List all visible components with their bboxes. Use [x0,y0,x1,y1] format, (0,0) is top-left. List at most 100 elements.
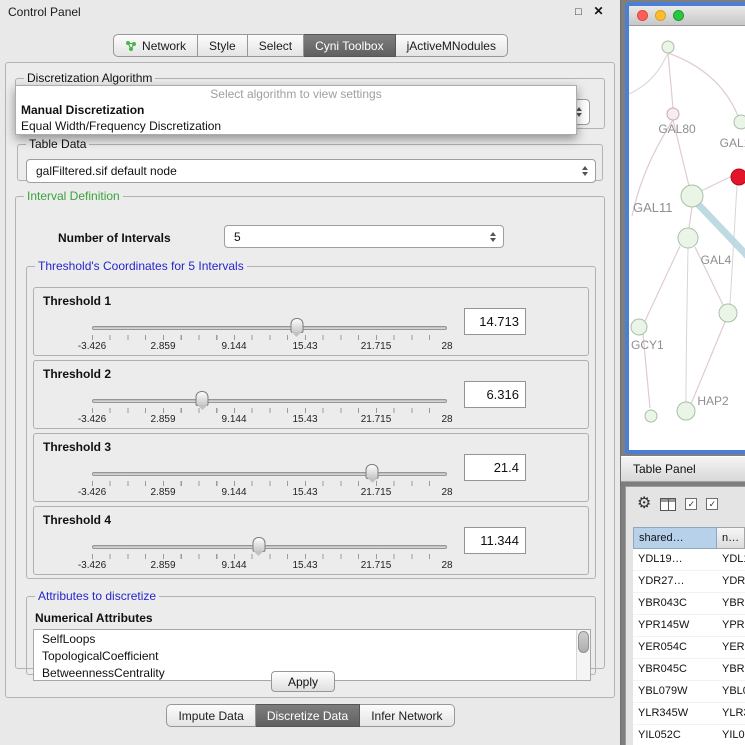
slider-thumb[interactable] [252,537,265,552]
table-row[interactable]: YBR045C YBR0… [633,659,745,681]
tick-label: 28 [441,487,452,498]
threshold-1-value-field[interactable] [464,308,526,335]
table-row[interactable]: YIL052C YIL0… [633,725,745,745]
cell[interactable]: YER054C [633,637,717,658]
column-header-shared-name[interactable]: shared… [633,527,717,549]
cell[interactable]: YBR043C [633,593,717,614]
node-gal11[interactable] [681,185,703,207]
tab-impute-data[interactable]: Impute Data [166,704,255,727]
node[interactable] [662,41,674,53]
node[interactable] [645,410,657,422]
table-panel-window: ⚙ ✓ ✓ shared… n… YDL19… YDL1… YDR27… YDR… [625,486,745,745]
edge [689,207,692,228]
cell[interactable]: YDR27… [633,571,717,592]
cell[interactable]: YIL052C [633,725,717,745]
tab-style[interactable]: Style [198,34,248,57]
tab-network[interactable]: Network [113,34,198,57]
minimize-window-icon[interactable] [655,10,666,21]
zoom-window-icon[interactable] [673,10,684,21]
tab-infer-network[interactable]: Infer Network [360,704,454,727]
tab-select[interactable]: Select [248,34,304,57]
table-row[interactable]: YER054C YER0… [633,637,745,659]
slider-track[interactable] [92,472,447,476]
cell[interactable]: YBL079W [633,681,717,702]
table-row[interactable]: YPR145W YPR1… [633,615,745,637]
table-panel-header[interactable]: Table Panel [621,456,745,482]
cell[interactable]: YDL19… [633,549,717,570]
table-row[interactable]: YDL19… YDL1… [633,549,745,571]
number-of-intervals-select[interactable]: 5 [224,225,504,248]
slider-track[interactable] [92,326,447,330]
cell[interactable]: YPR1… [717,615,745,636]
node-label-gal80: GAL80 [658,122,696,136]
cell[interactable]: YLR3… [717,703,745,724]
edge [699,176,732,192]
slider-thumb[interactable] [196,391,209,406]
cell[interactable]: YDL1… [717,549,745,570]
combo-arrows-icon [582,166,588,176]
settings-gear-icon[interactable]: ⚙ [637,496,651,512]
node-gal4[interactable] [678,228,698,248]
node-label-hap2: HAP2 [697,394,729,408]
node-gal80[interactable] [667,108,679,120]
tab-cyni-toolbox[interactable]: Cyni Toolbox [304,34,395,57]
tick-label: -3.426 [78,341,106,352]
threshold-3-panel: Threshold 3 -3.426 2.859 9.144 15.43 21.… [33,433,589,502]
node-selected-red[interactable] [731,169,745,185]
table-data-select[interactable]: galFiltered.sif default node [26,159,596,183]
cell[interactable]: YDR2… [717,571,745,592]
cell[interactable]: YPR145W [633,615,717,636]
cell[interactable]: YLR345W [633,703,717,724]
slider-track[interactable] [92,545,447,549]
network-window-titlebar[interactable] [629,6,745,26]
close-panel-icon[interactable]: ✕ [592,5,605,18]
show-columns-icon[interactable] [660,498,676,511]
list-item-topologicalcoefficient[interactable]: TopologicalCoefficient [34,647,590,664]
threshold-2-slider[interactable]: -3.426 2.859 9.144 15.43 21.715 28 [92,391,447,425]
network-canvas[interactable]: GAL80 GAL1 GAL11 GAL4 GCY1 HAP2 [629,26,745,427]
dropdown-option-placeholder[interactable]: Select algorithm to view settings [16,86,576,102]
scrollbar-thumb[interactable] [578,631,589,653]
algorithm-dropdown-popup: Select algorithm to view settings Manual… [15,85,577,135]
apply-button[interactable]: Apply [271,671,335,692]
threshold-4-slider[interactable]: -3.426 2.859 9.144 15.43 21.715 28 [92,537,447,571]
threshold-3-slider[interactable]: -3.426 2.859 9.144 15.43 21.715 28 [92,464,447,498]
dropdown-option-equal-width-frequency[interactable]: Equal Width/Frequency Discretization [16,118,576,134]
node-gal1[interactable] [734,115,745,129]
slider-thumb[interactable] [366,464,379,479]
table-row[interactable]: YBL079W YBL0… [633,681,745,703]
slider-thumb[interactable] [290,318,303,333]
cell[interactable]: YBR0… [717,659,745,680]
node[interactable] [719,304,737,322]
close-window-icon[interactable] [637,10,648,21]
control-panel-titlebar: Control Panel □ ✕ [0,0,620,24]
node-hap2[interactable] [677,402,695,420]
table-row[interactable]: YBR043C YBR0… [633,593,745,615]
float-panel-icon[interactable]: □ [572,6,585,19]
cell[interactable]: YBR045C [633,659,717,680]
cell[interactable]: YIL0… [717,725,745,745]
threshold-4-value-field[interactable] [464,527,526,554]
cell[interactable]: YBL0… [717,681,745,702]
slider-track[interactable] [92,399,447,403]
table-row[interactable]: YDR27… YDR2… [633,571,745,593]
tab-discretize-data[interactable]: Discretize Data [256,704,360,727]
threshold-2-value-field[interactable] [464,381,526,408]
select-visible-checkbox-icon[interactable]: ✓ [685,498,697,510]
cell[interactable]: YER0… [717,637,745,658]
node-gcy1[interactable] [631,319,647,335]
list-item-selfloops[interactable]: SelfLoops [34,630,590,647]
threshold-3-value-field[interactable] [464,454,526,481]
table-row[interactable]: YLR345W YLR3… [633,703,745,725]
tab-jactivemnodules[interactable]: jActiveMNodules [396,34,508,57]
dropdown-option-manual-discretization[interactable]: Manual Discretization [16,102,576,118]
threshold-1-slider[interactable]: -3.426 2.859 9.144 15.43 21.715 28 [92,318,447,352]
threshold-4-label: Threshold 4 [43,513,111,527]
column-header-name[interactable]: n… [717,527,745,549]
tick-label: 9.144 [221,414,246,425]
threshold-1-panel: Threshold 1 -3.426 2.859 9.144 15.43 21.… [33,287,589,356]
list-scrollbar[interactable] [576,630,590,680]
edge [668,53,673,108]
cell[interactable]: YBR0… [717,593,745,614]
select-all-checkbox-icon[interactable]: ✓ [706,498,718,510]
